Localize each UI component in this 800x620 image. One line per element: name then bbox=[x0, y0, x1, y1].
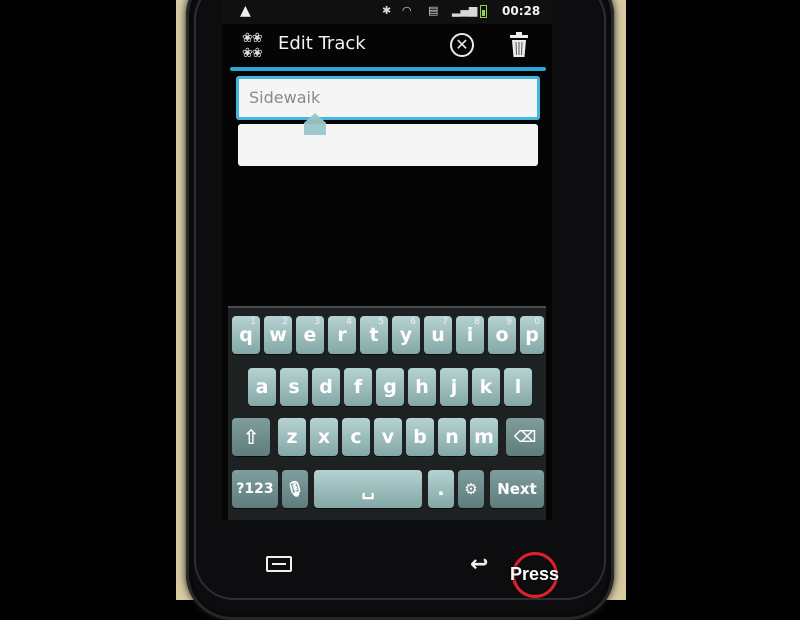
microphone-icon: 🎙 bbox=[285, 480, 305, 498]
shift-arrow-icon: ⇧ bbox=[242, 425, 260, 449]
shift-key[interactable]: ⇧ bbox=[232, 418, 270, 456]
sim-icon: ▤ bbox=[428, 4, 439, 17]
key-h[interactable]: h bbox=[408, 368, 436, 406]
wifi-icon: ◠ bbox=[402, 4, 412, 17]
key-e[interactable]: e3 bbox=[296, 316, 324, 354]
key-r[interactable]: r4 bbox=[328, 316, 356, 354]
delete-button[interactable] bbox=[508, 32, 530, 58]
key-i[interactable]: i8 bbox=[456, 316, 484, 354]
track-description-input[interactable] bbox=[238, 124, 538, 166]
key-f[interactable]: f bbox=[344, 368, 372, 406]
menu-icon[interactable] bbox=[266, 556, 292, 572]
settings-key[interactable]: ⚙ bbox=[458, 470, 484, 508]
key-g[interactable]: g bbox=[376, 368, 404, 406]
gear-icon: ⚙ bbox=[464, 480, 478, 498]
battery-icon bbox=[480, 5, 487, 18]
bluetooth-icon: ✱ bbox=[382, 4, 392, 17]
track-name-value: Sidewaik bbox=[249, 88, 321, 107]
key-q[interactable]: q1 bbox=[232, 316, 260, 354]
soft-keyboard: q1 w2 e3 r4 t5 y6 u7 i8 o9 p0 a s d f g … bbox=[228, 306, 546, 520]
cancel-button[interactable]: ✕ bbox=[450, 33, 474, 57]
key-d[interactable]: d bbox=[312, 368, 340, 406]
key-m[interactable]: m bbox=[470, 418, 498, 456]
key-s[interactable]: s bbox=[280, 368, 308, 406]
key-b[interactable]: b bbox=[406, 418, 434, 456]
key-n[interactable]: n bbox=[438, 418, 466, 456]
key-y[interactable]: y6 bbox=[392, 316, 420, 354]
status-bar: ▲ ✱ ◠ ▤ ▂▄▆ 00:28 bbox=[222, 0, 552, 24]
key-a[interactable]: a bbox=[248, 368, 276, 406]
phone-screen: ▲ ✱ ◠ ▤ ▂▄▆ 00:28 ❀❀ ❀❀ Edit Track ✕ Side… bbox=[222, 0, 552, 520]
page-title: Edit Track bbox=[278, 33, 366, 54]
space-bar-icon: ␣ bbox=[361, 478, 375, 500]
backspace-key[interactable]: ⌫ bbox=[506, 418, 544, 456]
key-l[interactable]: l bbox=[504, 368, 532, 406]
paw-prints-icon: ❀❀ ❀❀ bbox=[242, 31, 263, 61]
microphone-key[interactable]: 🎙 bbox=[282, 470, 308, 508]
title-bar: ❀❀ ❀❀ Edit Track ✕ bbox=[222, 24, 552, 66]
space-key[interactable]: ␣ bbox=[314, 470, 422, 508]
key-z[interactable]: z bbox=[278, 418, 306, 456]
period-key[interactable]: . bbox=[428, 470, 454, 508]
key-o[interactable]: o9 bbox=[488, 316, 516, 354]
backspace-icon: ⌫ bbox=[513, 427, 537, 446]
press-overlay-label: Press bbox=[510, 564, 560, 584]
warning-icon: ▲ bbox=[240, 3, 251, 19]
next-key[interactable]: Next bbox=[490, 470, 544, 508]
status-time: 00:28 bbox=[502, 4, 541, 18]
key-x[interactable]: x bbox=[310, 418, 338, 456]
signal-icon: ▂▄▆ bbox=[452, 4, 478, 17]
key-p[interactable]: p0 bbox=[520, 316, 544, 354]
key-v[interactable]: v bbox=[374, 418, 402, 456]
track-name-input[interactable]: Sidewaik bbox=[236, 76, 540, 120]
key-w[interactable]: w2 bbox=[264, 316, 292, 354]
key-j[interactable]: j bbox=[440, 368, 468, 406]
symbols-key[interactable]: ?123 bbox=[232, 470, 278, 508]
key-u[interactable]: u7 bbox=[424, 316, 452, 354]
key-k[interactable]: k bbox=[472, 368, 500, 406]
back-icon[interactable]: ↩ bbox=[470, 554, 500, 576]
header-divider bbox=[230, 67, 546, 71]
key-t[interactable]: t5 bbox=[360, 316, 388, 354]
key-c[interactable]: c bbox=[342, 418, 370, 456]
